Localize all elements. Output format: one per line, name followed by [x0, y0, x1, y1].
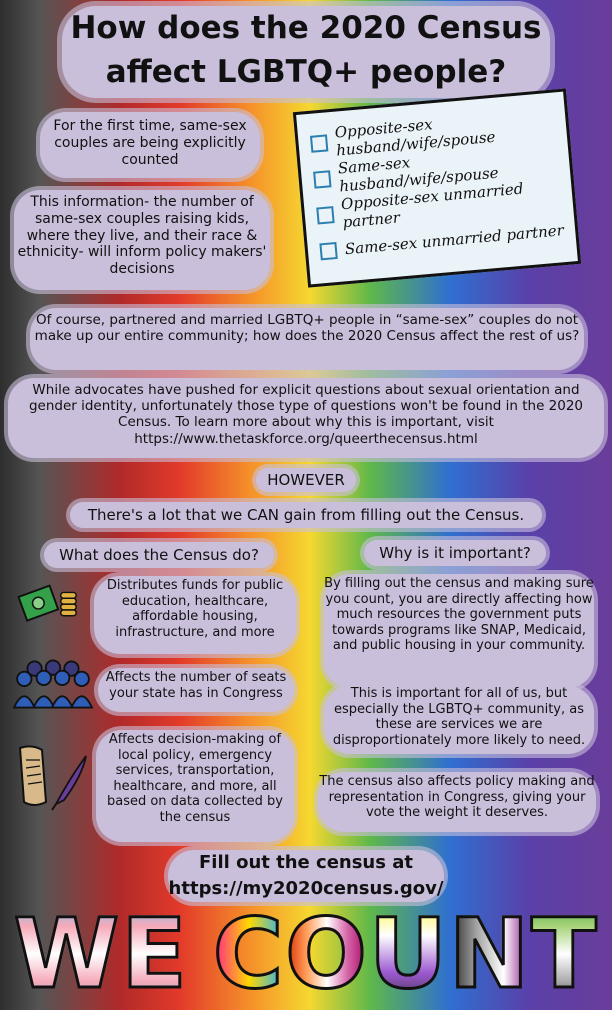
letter-u: U — [367, 897, 449, 1010]
why-para-1: By filling out the census and making sur… — [324, 576, 594, 654]
census-form-card: Opposite-sex husband/wife/spouse Same-se… — [292, 88, 582, 288]
gain-text: There's a lot that we CAN gain from fill… — [87, 506, 525, 524]
title-line-2: affect LGBTQ+ people? — [105, 54, 507, 90]
decision-bubble: Affects decision-making of local policy,… — [96, 730, 294, 842]
letter-n: N — [447, 897, 532, 1010]
page-title: How does the 2020 Census affect LGBTQ+ p… — [62, 6, 550, 98]
why-heading-bubble: Why is it important? — [364, 540, 546, 566]
cta-line-1: Fill out the census at — [199, 852, 413, 873]
letter-e: E — [120, 897, 189, 1010]
information-text: This information- the number of same-sex… — [17, 194, 267, 278]
people-icon — [12, 659, 94, 709]
however-bubble: HOWEVER — [256, 468, 356, 492]
however-text: HOWEVER — [267, 471, 345, 489]
money-icon — [17, 584, 77, 622]
first-time-bubble: For the first time, same-sex couples are… — [40, 112, 260, 178]
checkbox-icon — [313, 169, 332, 189]
scroll-quill-icon — [18, 745, 87, 811]
checkbox-icon — [309, 133, 329, 153]
what-heading-bubble: What does the Census do? — [44, 542, 274, 568]
why-para-1-bubble: By filling out the census and making sur… — [324, 574, 594, 688]
seats-bubble: Affects the number of seats your state h… — [98, 668, 294, 712]
why-para-2: This is important for all of us, but esp… — [332, 686, 586, 748]
checkbox-icon — [319, 241, 338, 260]
checkbox-icon — [316, 205, 335, 225]
why-heading: Why is it important? — [379, 544, 531, 562]
we-count-logo: W E C O U N T — [0, 897, 612, 1010]
of-course-text: Of course, partnered and married LGBTQ+ … — [34, 312, 580, 345]
advocates-bubble: While advocates have pushed for explicit… — [8, 378, 604, 458]
what-heading: What does the Census do? — [59, 546, 259, 564]
cta-bubble: Fill out the census at https://my2020cen… — [168, 850, 444, 902]
seats-text: Affects the number of seats your state h… — [105, 670, 287, 701]
letter-w: W — [12, 897, 122, 1010]
information-bubble: This information- the number of same-sex… — [14, 190, 270, 290]
title-line-1: How does the 2020 Census — [70, 10, 542, 46]
letter-o: O — [284, 897, 369, 1010]
letter-c: C — [211, 897, 286, 1010]
decision-text: Affects decision-making of local policy,… — [106, 732, 283, 825]
funds-text: Distributes funds for public education, … — [106, 578, 284, 640]
gain-bubble: There's a lot that we CAN gain from fill… — [70, 502, 542, 528]
why-para-2-bubble: This is important for all of us, but esp… — [324, 686, 594, 754]
advocates-text: While advocates have pushed for explicit… — [28, 382, 584, 447]
first-time-text: For the first time, same-sex couples are… — [53, 118, 247, 168]
letter-t: T — [530, 897, 599, 1010]
why-para-3: The census also affects policy making an… — [319, 774, 595, 821]
funds-bubble: Distributes funds for public education, … — [94, 576, 296, 654]
why-para-3-bubble: The census also affects policy making an… — [318, 772, 596, 832]
of-course-bubble: Of course, partnered and married LGBTQ+ … — [30, 308, 584, 370]
